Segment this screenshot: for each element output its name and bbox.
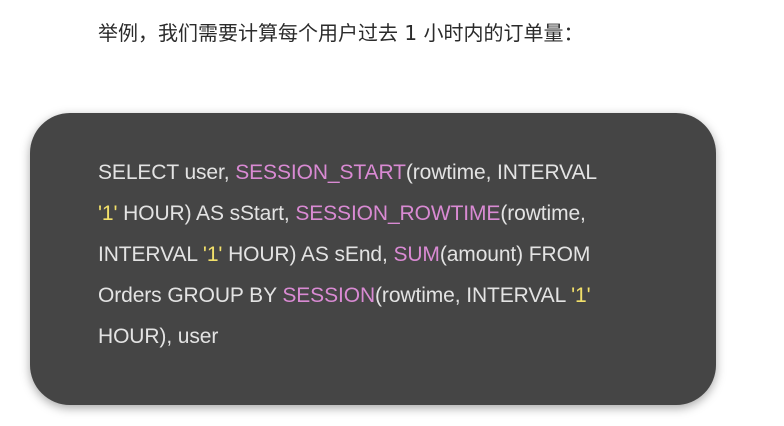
code-string-token: '1' <box>202 243 223 266</box>
code-line: INTERVAL '1' HOUR) AS sEnd, SUM(amount) … <box>98 234 658 275</box>
code-token: INTERVAL <box>98 243 203 266</box>
code-card: SELECT user, SESSION_START(rowtime, INTE… <box>30 113 716 405</box>
sql-code-block: SELECT user, SESSION_START(rowtime, INTE… <box>98 152 658 357</box>
code-line: SELECT user, SESSION_START(rowtime, INTE… <box>98 152 658 193</box>
code-token: (rowtime, INTERVAL <box>405 161 597 184</box>
code-string-token: '1' <box>98 202 118 225</box>
page-heading: 举例，我们需要计算每个用户过去 1 小时内的订单量： <box>98 21 584 45</box>
code-token: HOUR), user <box>98 325 219 348</box>
code-token: HOUR) AS sEnd, <box>222 243 394 266</box>
code-function-token: SESSION_ROWTIME <box>295 202 501 225</box>
code-token: Orders GROUP BY <box>98 284 283 307</box>
code-token: (rowtime, <box>500 202 586 225</box>
code-token: (amount) FROM <box>439 243 591 266</box>
code-function-token: SESSION_START <box>235 161 406 184</box>
code-token: (rowtime, INTERVAL <box>375 284 572 307</box>
code-line: '1' HOUR) AS sStart, SESSION_ROWTIME(row… <box>98 193 658 234</box>
code-line: HOUR), user <box>98 316 658 357</box>
code-string-token: '1' <box>571 284 591 307</box>
code-token: HOUR) AS sStart, <box>117 202 296 225</box>
code-function-token: SESSION <box>282 284 376 307</box>
code-line: Orders GROUP BY SESSION(rowtime, INTERVA… <box>98 275 658 316</box>
code-function-token: SUM <box>393 243 440 266</box>
code-token: SELECT user, <box>98 161 236 184</box>
